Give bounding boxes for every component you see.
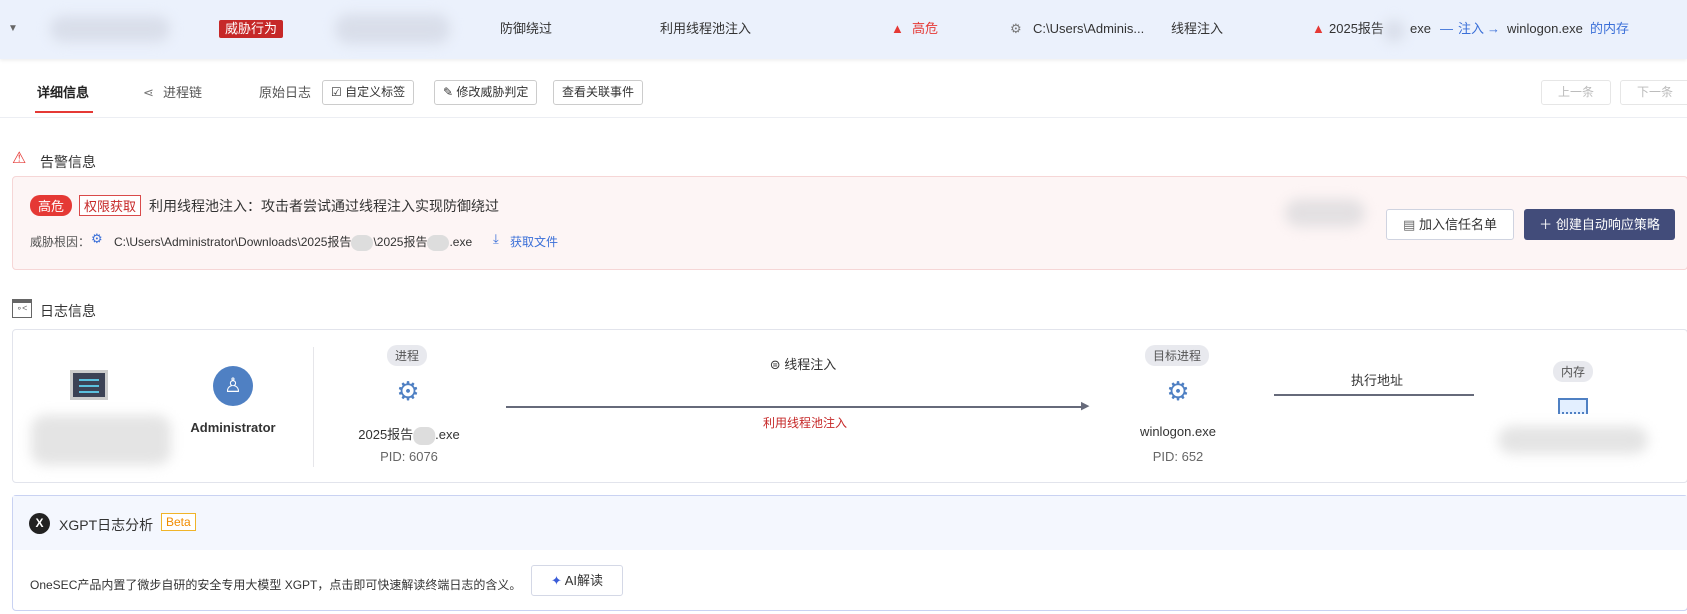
path-part: C:\Users\Administrator\Downloads\2025报告 xyxy=(114,235,352,249)
get-file-link[interactable]: 获取文件 xyxy=(510,233,558,250)
gear-icon: ⚙ xyxy=(91,231,103,246)
share-nodes-icon: ⋖ xyxy=(143,85,154,100)
label: 修改威胁判定 xyxy=(456,85,529,99)
chain-action: 注入 xyxy=(1458,21,1485,36)
pencil-icon: ✎ xyxy=(443,85,454,99)
redacted xyxy=(1383,20,1405,42)
prev-button[interactable]: 上一条 xyxy=(1541,80,1611,105)
root-cause-path: C:\Users\Administrator\Downloads\2025报告 \… xyxy=(114,233,472,251)
event-row[interactable]: ▼ 威胁行为 防御绕过 利用线程池注入 ▲ 高危 ⚙ C:\Users\Admi… xyxy=(0,0,1687,59)
collapse-caret-icon[interactable]: ▼ xyxy=(8,20,18,38)
edge2-label: 执行地址 xyxy=(1350,373,1404,388)
arrowhead-icon: ▶ xyxy=(1081,400,1090,412)
redacted xyxy=(351,234,374,251)
technique: 利用线程池注入 xyxy=(660,21,752,36)
computer-icon xyxy=(70,370,108,400)
dash-icon: — xyxy=(1440,21,1453,36)
modify-verdict-button[interactable]: ✎ 修改威胁判定 xyxy=(434,80,538,105)
gear-icon: ⚙ xyxy=(1010,21,1022,36)
process-pill: 进程 xyxy=(386,345,428,366)
path-part: \2025报告 xyxy=(373,235,428,249)
xgpt-header xyxy=(13,496,1687,550)
arrow-right-icon: → xyxy=(1487,21,1500,36)
target-name: winlogon.exe xyxy=(1140,424,1216,439)
chain-suffix: 的内存 xyxy=(1590,21,1630,36)
user-name: Administrator xyxy=(190,420,276,435)
xgpt-description: OneSEC产品内置了微步自研的安全专用大模型 XGPT，点击即可快速解读终端日… xyxy=(30,578,522,592)
tab-raw-log[interactable]: 原始日志 xyxy=(259,84,311,102)
redacted xyxy=(427,234,450,251)
active-tab-underline xyxy=(35,111,93,113)
edge-arrow xyxy=(506,406,1086,408)
alert-box: 高危 权限获取 利用线程池注入：攻击者尝试通过线程注入实现防御绕过 威胁根因： … xyxy=(12,176,1687,270)
redacted-field xyxy=(335,14,450,44)
target-process-pill: 目标进程 xyxy=(1144,345,1210,366)
path-part: .exe xyxy=(449,235,473,249)
root-cause-label: 威胁根因： xyxy=(30,235,91,249)
custom-tag-button[interactable]: ☑ 自定义标签 xyxy=(322,80,415,105)
chain-source-ext: exe xyxy=(1410,21,1431,36)
label: AI解读 xyxy=(564,573,604,588)
gears-icon: ⚙ xyxy=(396,376,420,406)
tab-process-chain[interactable]: 进程链 xyxy=(163,84,202,102)
create-policy-button[interactable]: ＋ 创建自动响应策略 xyxy=(1524,209,1675,240)
log-graph: ♙ Administrator 进程 ⚙ 2025报告 .exe PID: 607… xyxy=(12,329,1687,483)
gears-icon: ⚙ xyxy=(1166,376,1190,406)
log-section-title: 日志信息 xyxy=(40,303,96,319)
severity: 高危 xyxy=(912,21,939,36)
target-pid: PID: 652 xyxy=(1152,449,1204,464)
divider xyxy=(0,117,1687,118)
name-part: 2025报告 xyxy=(358,427,414,442)
label: 自定义标签 xyxy=(345,85,406,99)
log-graph-icon: ∘< xyxy=(12,299,32,318)
warning-icon: ▲ xyxy=(1312,21,1325,36)
process-pid: PID: 6076 xyxy=(380,449,438,464)
severity-badge: 高危 xyxy=(30,195,73,216)
redacted xyxy=(413,426,436,445)
redacted xyxy=(1285,199,1365,227)
warning-icon: ▲ xyxy=(891,21,904,36)
tab-detail[interactable]: 详细信息 xyxy=(37,84,89,102)
next-button[interactable]: 下一条 xyxy=(1620,80,1687,105)
edge-sublabel: 利用线程池注入 xyxy=(762,416,848,430)
chain-target: winlogon.exe xyxy=(1507,21,1583,36)
name-part: .exe xyxy=(435,427,460,442)
redacted-address xyxy=(1498,426,1648,454)
behavior: 线程注入 xyxy=(1171,21,1224,36)
edge-label: ⊜ 线程注入 xyxy=(770,354,837,373)
redacted-hostname xyxy=(31,415,171,465)
process-path: C:\Users\Adminis... xyxy=(1033,21,1145,36)
ai-interpret-button[interactable]: ✦ AI解读 xyxy=(531,565,623,596)
document-shield-icon: ▤ xyxy=(1403,217,1416,232)
plus-icon: ＋ xyxy=(1539,217,1553,232)
tactic-tag: 权限获取 xyxy=(79,195,142,216)
user-avatar-icon: ♙ xyxy=(213,366,253,406)
alert-section-title: 告警信息 xyxy=(40,154,96,170)
thread-icon: ⊜ xyxy=(769,357,781,372)
xgpt-logo-icon: X xyxy=(29,513,50,534)
divider xyxy=(313,347,314,467)
edge2-line xyxy=(1274,394,1474,396)
alert-description: 利用线程池注入：攻击者尝试通过线程注入实现防御绕过 xyxy=(149,198,499,214)
add-trust-list-button[interactable]: ▤ 加入信任名单 xyxy=(1386,209,1514,240)
memory-icon xyxy=(1558,398,1588,414)
redacted-host xyxy=(50,16,170,42)
sparkle-icon: ✦ xyxy=(550,573,562,588)
tag-checkbox-icon: ☑ xyxy=(331,85,342,99)
beta-badge: Beta xyxy=(161,513,196,531)
category-badge: 威胁行为 xyxy=(219,20,284,38)
memory-pill: 内存 xyxy=(1552,361,1594,382)
alert-monitor-icon: ⚠ xyxy=(12,150,27,167)
related-events-button[interactable]: 查看关联事件 xyxy=(553,80,644,105)
label: 创建自动响应策略 xyxy=(1555,217,1660,232)
xgpt-panel: X XGPT日志分析 Beta OneSEC产品内置了微步自研的安全专用大模型 … xyxy=(12,495,1687,611)
chain-source: 2025报告 xyxy=(1329,21,1384,36)
tactic: 防御绕过 xyxy=(500,21,553,36)
xgpt-title: XGPT日志分析 xyxy=(59,517,154,533)
label: 加入信任名单 xyxy=(1418,217,1497,232)
label: 线程注入 xyxy=(784,357,837,372)
process-name: 2025报告 .exe xyxy=(358,424,460,445)
download-icon: ⤓ xyxy=(493,231,499,246)
